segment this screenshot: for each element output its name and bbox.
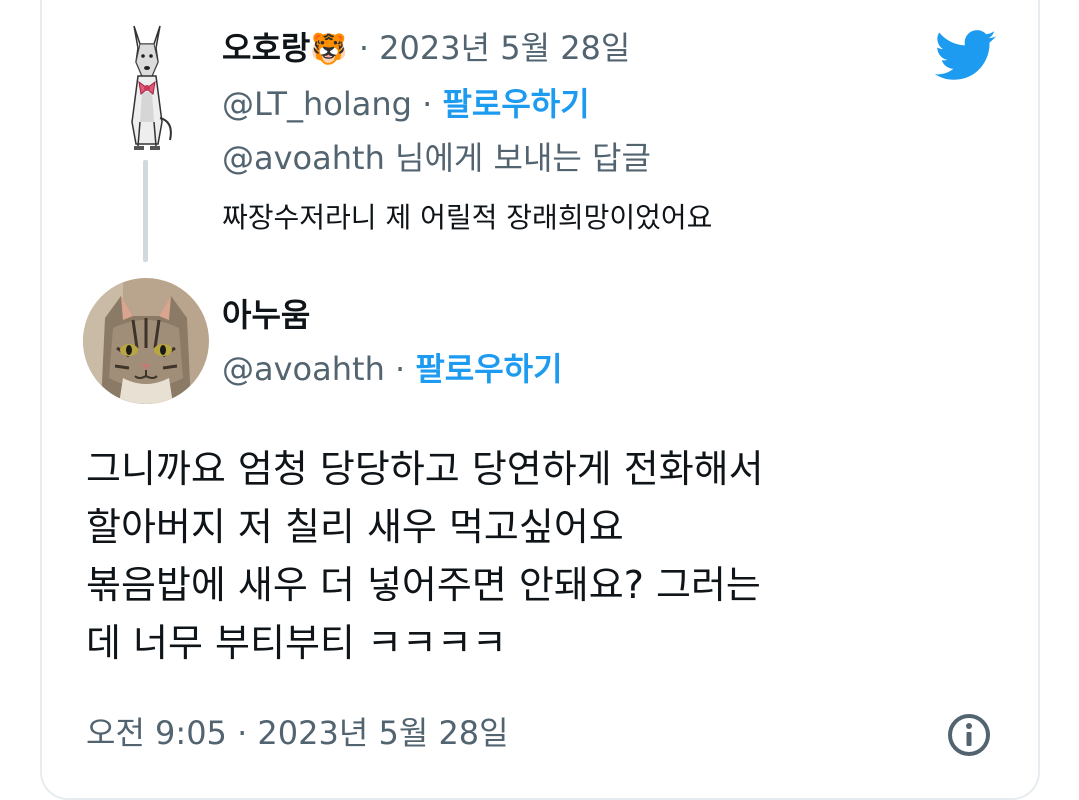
- main-handle-row: @avoahth · 팔로우하기: [222, 349, 563, 389]
- thread-connector-line: [143, 160, 148, 262]
- main-author-avatar[interactable]: [83, 278, 209, 404]
- tweet-text-line: 할아버지 저 칠리 새우 먹고싶어요: [86, 505, 624, 549]
- separator-dot: ·: [395, 350, 406, 388]
- reply-author-name[interactable]: 오호랑: [222, 29, 310, 67]
- reply-handle-row: @LT_holang · 팔로우하기: [222, 84, 590, 124]
- separator-dot: ·: [422, 85, 433, 123]
- tweet-text-line: 볶음밥에 새우 더 넣어주면 안돼요? 그러는: [86, 563, 761, 607]
- tiger-emoji-icon: 🐯: [310, 32, 348, 67]
- reply-follow-button[interactable]: 팔로우하기: [442, 85, 589, 123]
- main-tweet-text: 그니까요 엄청 당당하고 당연하게 전화해서 할아버지 저 칠리 새우 먹고싶어…: [86, 440, 764, 672]
- tweet-text-line: 그니까요 엄청 당당하고 당연하게 전화해서: [86, 447, 764, 491]
- tweet-timestamp[interactable]: 오전 9:05 · 2023년 5월 28일: [86, 713, 509, 753]
- main-author-name[interactable]: 아누움: [222, 295, 310, 335]
- separator-dot: ·: [358, 29, 369, 67]
- info-icon[interactable]: [946, 712, 992, 758]
- main-author-handle[interactable]: @avoahth: [222, 350, 385, 388]
- reply-date[interactable]: 2023년 5월 28일: [379, 29, 630, 67]
- reply-author-avatar[interactable]: [112, 22, 182, 152]
- replying-to-label[interactable]: @avoahth 님에게 보내는 답글: [222, 138, 651, 178]
- twitter-bird-icon[interactable]: [934, 30, 997, 82]
- reply-tweet-text: 짜장수저라니 제 어릴적 장래희망이었어요: [222, 201, 713, 234]
- reply-author-row: 오호랑🐯 · 2023년 5월 28일: [222, 28, 630, 70]
- tweet-text-line: 데 너무 부티부티 ㅋㅋㅋㅋ: [86, 621, 507, 665]
- reply-author-handle[interactable]: @LT_holang: [222, 85, 412, 123]
- main-follow-button[interactable]: 팔로우하기: [415, 350, 562, 388]
